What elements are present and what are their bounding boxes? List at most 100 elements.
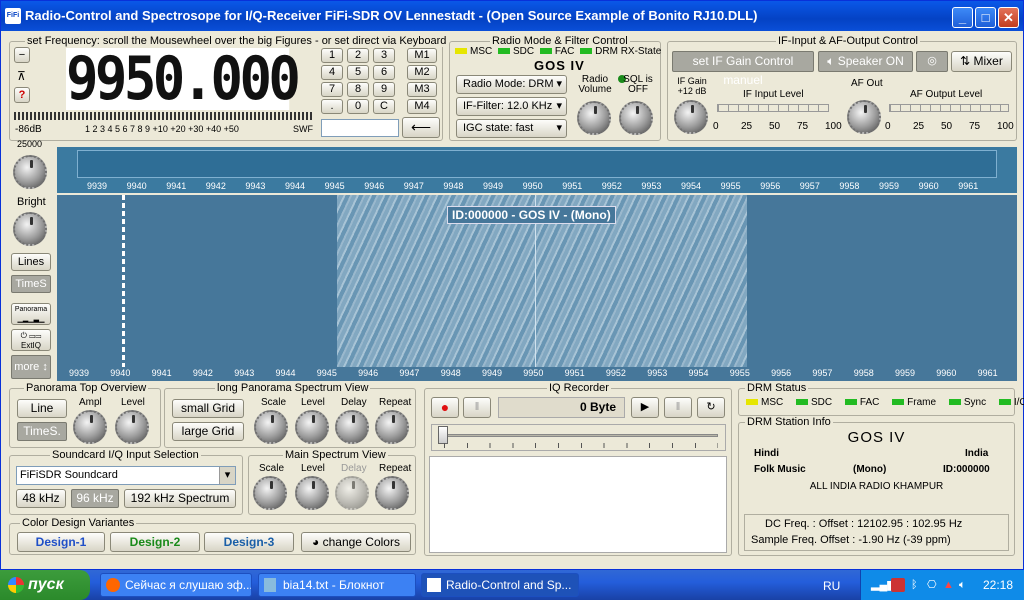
signal-meter — [14, 112, 314, 120]
design-1-button[interactable]: Design-1 — [17, 532, 105, 552]
ampl-knob[interactable] — [73, 410, 107, 444]
pano-level-knob[interactable] — [115, 410, 149, 444]
security-icon[interactable] — [891, 578, 905, 592]
byte-counter: 0 Byte — [498, 397, 625, 418]
main-repeat-label: Repeat — [379, 463, 412, 474]
frequency-display[interactable]: 9950.000 — [66, 48, 301, 110]
long-delay-knob[interactable] — [335, 410, 369, 444]
if-gain-mode-button[interactable]: set IF Gain Control manuel — [672, 51, 814, 87]
change-colors-button[interactable]: ◕ change Colors — [301, 532, 411, 552]
loop-icon[interactable]: ◎ — [916, 51, 948, 72]
long-repeat-knob[interactable] — [375, 410, 409, 444]
rate-48-button[interactable]: 48 kHz — [16, 489, 66, 508]
more-button[interactable]: more ↕ — [11, 355, 51, 379]
keypad-key[interactable]: 0 — [347, 99, 369, 114]
title-bar[interactable]: FiFi Radio-Control and Spectrosope for I… — [1, 1, 1023, 31]
position-slider[interactable] — [431, 424, 726, 451]
device-icon[interactable]: ⎔ — [927, 570, 937, 600]
frequency-tick: 9961 — [977, 368, 998, 378]
soundcard-select[interactable]: FiFiSDR Soundcard ▾ — [16, 466, 236, 485]
safely-remove-icon[interactable]: ▲ — [943, 570, 954, 600]
design-2-button[interactable]: Design-2 — [110, 532, 200, 552]
keypad-key[interactable]: C — [373, 99, 395, 114]
bluetooth-icon[interactable]: ᛒ — [911, 570, 918, 600]
igc-select[interactable]: IGC state: fast ▾ — [456, 119, 567, 138]
radio-mode-select[interactable]: Radio Mode: DRM ▾ — [456, 75, 567, 94]
times-button[interactable]: TimeS — [11, 275, 51, 293]
main-delay-knob[interactable] — [335, 476, 369, 510]
start-label: пуск — [28, 576, 64, 593]
keypad-key[interactable]: M3 — [407, 82, 437, 97]
maximize-button[interactable]: □ — [975, 7, 996, 28]
line-button[interactable]: Line — [17, 399, 67, 418]
rate-192-button[interactable]: 192 kHz Spectrum — [124, 489, 236, 508]
close-button[interactable]: ✕ — [998, 7, 1019, 28]
panorama-times-button[interactable]: TimeS. — [17, 422, 67, 441]
drm-network: ALL INDIA RADIO KHAMPUR — [809, 481, 944, 492]
panorama-icon: ▁▂▁▃▁ — [17, 316, 45, 323]
volume-icon[interactable]: 🔈︎ — [959, 570, 966, 600]
waterfall-display[interactable]: ID:000000 - GOS IV - (Mono) 9939 9940 9941… — [57, 195, 1017, 381]
stop-button[interactable]: ‖ — [664, 397, 692, 418]
keypad-key[interactable]: M1 — [407, 48, 437, 63]
large-grid-button[interactable]: large Grid — [172, 422, 244, 441]
lines-button[interactable]: Lines — [11, 253, 51, 271]
frequency-tick: 9946 — [364, 181, 385, 191]
keypad-key[interactable]: 2 — [347, 48, 369, 63]
frequency-tick: 9957 — [812, 368, 833, 378]
main-repeat-knob[interactable] — [375, 476, 409, 510]
taskbar-item-notepad[interactable]: bia14.txt - Блокнот — [258, 573, 416, 597]
keypad-key[interactable]: 4 — [321, 65, 343, 80]
keypad-key[interactable]: 7 — [321, 82, 343, 97]
keypad-key[interactable]: . — [321, 99, 343, 114]
speaker-button[interactable]: 🔈︎ Speaker ON — [818, 51, 913, 72]
bright-knob[interactable] — [13, 212, 47, 246]
zoom-knob[interactable] — [13, 155, 47, 189]
keypad-key[interactable]: 3 — [373, 48, 395, 63]
if-filter-select[interactable]: IF-Filter: 12.0 KHz ▾ — [456, 97, 567, 116]
slider-thumb[interactable] — [438, 426, 448, 444]
language-indicator[interactable]: RU — [823, 579, 840, 593]
record-button[interactable]: ● — [431, 397, 459, 418]
mixer-button[interactable]: ⇅ Mixer — [951, 51, 1012, 72]
frequency-input[interactable] — [321, 119, 399, 137]
frequency-tick: 9949 — [482, 368, 503, 378]
iq-file-list[interactable] — [429, 456, 727, 553]
long-scale-knob[interactable] — [254, 410, 288, 444]
radio-volume-knob[interactable] — [577, 101, 611, 135]
keypad-key[interactable]: M4 — [407, 99, 437, 114]
keypad-key[interactable]: M2 — [407, 65, 437, 80]
frequency-tick: 9944 — [275, 368, 296, 378]
af-out-knob[interactable] — [847, 100, 881, 134]
pause-button[interactable]: ‖ — [463, 397, 491, 418]
loop-play-icon[interactable]: ↻ — [697, 397, 725, 418]
pano-level-label: Level — [121, 397, 145, 408]
play-button[interactable]: ▶ — [631, 397, 659, 418]
keypad-key[interactable]: 9 — [373, 82, 395, 97]
panorama-button[interactable]: Panorama ▁▂▁▃▁ — [11, 303, 51, 325]
sql-knob[interactable] — [619, 101, 653, 135]
main-level-knob[interactable] — [295, 476, 329, 510]
keypad-key[interactable]: 6 — [373, 65, 395, 80]
help-button[interactable]: ? — [14, 87, 30, 103]
extiq-button[interactable]: ⏻ ▭▭ ExtIQ — [11, 329, 51, 351]
long-level-knob[interactable] — [295, 410, 329, 444]
if-gain-knob[interactable] — [674, 100, 708, 134]
windows-logo-icon — [8, 577, 24, 593]
minimize-button[interactable]: _ — [952, 7, 973, 28]
design-3-button[interactable]: Design-3 — [204, 532, 294, 552]
keypad-key[interactable]: 1 — [321, 48, 343, 63]
led-fac-label: FAC — [554, 46, 575, 57]
small-grid-button[interactable]: small Grid — [172, 399, 244, 418]
keypad-key[interactable]: 5 — [347, 65, 369, 80]
collapse-button[interactable]: − — [14, 47, 30, 63]
extiq-icon: ⏻ ▭▭ — [20, 331, 42, 340]
taskbar-item-browser[interactable]: Сейчас я слушаю эф... — [100, 573, 252, 597]
keypad-key[interactable]: 8 — [347, 82, 369, 97]
pin-icon[interactable]: ⊼ — [17, 69, 26, 83]
rate-96-button[interactable]: 96 kHz — [71, 489, 119, 508]
panorama-overview[interactable]: 9939 9940 9941 9942 9943 9944 9945 9946 9947 9948… — [57, 147, 1017, 193]
taskbar-item-radio[interactable]: Radio-Control and Sp... — [421, 573, 579, 597]
main-scale-knob[interactable] — [253, 476, 287, 510]
enter-button[interactable]: ⟵ — [402, 117, 440, 138]
